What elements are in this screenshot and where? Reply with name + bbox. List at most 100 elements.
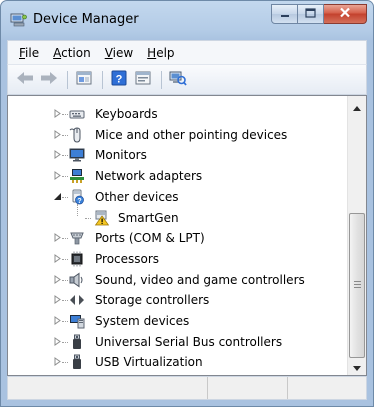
- tree-item-processors[interactable]: Processors: [8, 249, 347, 269]
- properties-pane-button[interactable]: [73, 70, 95, 90]
- expand-arrow-icon[interactable]: [53, 357, 62, 366]
- expand-arrow-icon[interactable]: [53, 275, 62, 284]
- usb-icon: [69, 354, 85, 370]
- close-icon: [339, 7, 351, 21]
- status-bar: [7, 376, 367, 400]
- tree-item-usb-virtualization[interactable]: USB Virtualization: [8, 352, 347, 372]
- title-bar[interactable]: Device Manager: [1, 1, 373, 39]
- window-title: Device Manager: [33, 12, 139, 27]
- tree-item-label: Universal Serial Bus controllers: [95, 335, 283, 349]
- device-manager-window: Device Manager File Action View Help ? K…: [0, 0, 374, 407]
- scroll-down-button[interactable]: [348, 358, 366, 376]
- tree-item-universal-serial-bus-controllers[interactable]: Universal Serial Bus controllers: [8, 332, 347, 352]
- tree-item-label: USB Virtualization: [95, 355, 203, 369]
- tree-connector-line: [62, 321, 68, 322]
- scroll-thumb[interactable]: [349, 213, 365, 358]
- tree-connector-line: [62, 362, 68, 363]
- expand-arrow-icon[interactable]: [53, 130, 62, 139]
- toolbar-separator: [67, 70, 68, 89]
- scroll-up-button[interactable]: [348, 98, 366, 116]
- tree-connector-line: [62, 176, 68, 177]
- back-arrow-icon: [16, 71, 34, 88]
- tree-connector-line: [62, 135, 68, 136]
- tree-item-other-devices[interactable]: ? Other devices: [8, 187, 347, 207]
- device-tree[interactable]: Keyboards Mice and other pointing devices…: [8, 96, 347, 375]
- maximize-icon: [305, 7, 316, 21]
- tree-item-label: Mice and other pointing devices: [95, 128, 288, 142]
- scroll-grip-line: [354, 287, 361, 288]
- properties-pane-icon: [76, 71, 92, 88]
- tree-item-storage-controllers[interactable]: Storage controllers: [8, 290, 347, 310]
- tree-item-label: Other devices: [95, 190, 179, 204]
- tree-item-label: Sound, video and game controllers: [95, 273, 305, 287]
- expand-arrow-icon[interactable]: [53, 337, 62, 346]
- tree-connector-line: [62, 197, 68, 198]
- tree-item-system-devices[interactable]: System devices: [8, 311, 347, 331]
- toolbar: ?: [7, 64, 367, 95]
- menu-action[interactable]: Action: [46, 46, 98, 60]
- device-manager-app-icon: [10, 13, 27, 27]
- caption-buttons: [271, 4, 367, 24]
- tree-connector-line: [77, 204, 78, 216]
- minimize-icon: [280, 7, 290, 21]
- menu-bar: File Action View Help: [7, 40, 367, 64]
- svg-text:?: ?: [116, 74, 123, 86]
- speaker-icon: [69, 272, 85, 288]
- forward-button[interactable]: [38, 70, 60, 90]
- unknown-device-icon: ?: [69, 189, 85, 205]
- show-hide-console-tree-button[interactable]: [132, 70, 154, 90]
- expand-arrow-icon[interactable]: [53, 316, 62, 325]
- tree-item-sound-video-and-game-controllers[interactable]: Sound, video and game controllers: [8, 270, 347, 290]
- expand-arrow-icon[interactable]: [53, 171, 62, 180]
- tree-item-keyboards[interactable]: Keyboards: [8, 104, 347, 124]
- forward-arrow-icon: [40, 71, 58, 88]
- tree-item-label: SmartGen: [118, 211, 179, 225]
- minimize-button[interactable]: [271, 4, 298, 24]
- expand-arrow-icon[interactable]: [53, 295, 62, 304]
- menu-help[interactable]: Help: [140, 46, 181, 60]
- help-button[interactable]: ?: [108, 70, 130, 90]
- status-pane: [8, 377, 208, 399]
- menu-file[interactable]: File: [12, 46, 46, 60]
- tree-item-label: System devices: [95, 314, 190, 328]
- tree-connector-line: [62, 114, 68, 115]
- port-icon: [69, 230, 85, 246]
- scan-hardware-changes-button[interactable]: [167, 70, 189, 90]
- back-button[interactable]: [14, 70, 36, 90]
- expand-arrow-icon[interactable]: [53, 233, 62, 242]
- usb-icon: [69, 334, 85, 350]
- help-icon: ?: [111, 70, 127, 89]
- tree-connector-line: [62, 259, 68, 260]
- tree-item-network-adapters[interactable]: Network adapters: [8, 166, 347, 186]
- status-pane: [208, 377, 288, 399]
- close-button[interactable]: [324, 4, 367, 24]
- tree-connector-line: [62, 155, 68, 156]
- toolbar-separator: [161, 70, 162, 89]
- tree-connector-line: [62, 280, 68, 281]
- scan-hardware-changes-icon: [169, 70, 187, 89]
- collapse-arrow-icon[interactable]: [53, 192, 62, 201]
- tree-item-smartgen[interactable]: SmartGen: [8, 208, 347, 228]
- menu-view[interactable]: View: [98, 46, 140, 60]
- tree-item-label: Processors: [95, 252, 160, 266]
- maximize-button[interactable]: [298, 4, 324, 24]
- tree-item-label: Keyboards: [95, 107, 158, 121]
- monitor-icon: [69, 147, 85, 163]
- status-pane: [288, 377, 366, 399]
- tree-item-label: Ports (COM & LPT): [95, 231, 205, 245]
- tree-item-ports-com-lpt[interactable]: Ports (COM & LPT): [8, 228, 347, 248]
- network-adapter-icon: [69, 168, 85, 184]
- expand-arrow-icon[interactable]: [53, 109, 62, 118]
- tree-connector-line: [62, 300, 68, 301]
- system-device-icon: [69, 313, 85, 329]
- expand-arrow-icon[interactable]: [53, 150, 62, 159]
- tree-item-monitors[interactable]: Monitors: [8, 145, 347, 165]
- expand-arrow-icon[interactable]: [53, 254, 62, 263]
- tree-item-label: Monitors: [95, 148, 147, 162]
- tree-connector-line: [85, 218, 91, 219]
- tree-connector-line: [62, 238, 68, 239]
- scroll-grip-line: [354, 284, 361, 285]
- tree-item-label: Storage controllers: [95, 293, 210, 307]
- tree-item-mice-and-other-pointing-devices[interactable]: Mice and other pointing devices: [8, 125, 347, 145]
- vertical-scrollbar[interactable]: [347, 96, 366, 375]
